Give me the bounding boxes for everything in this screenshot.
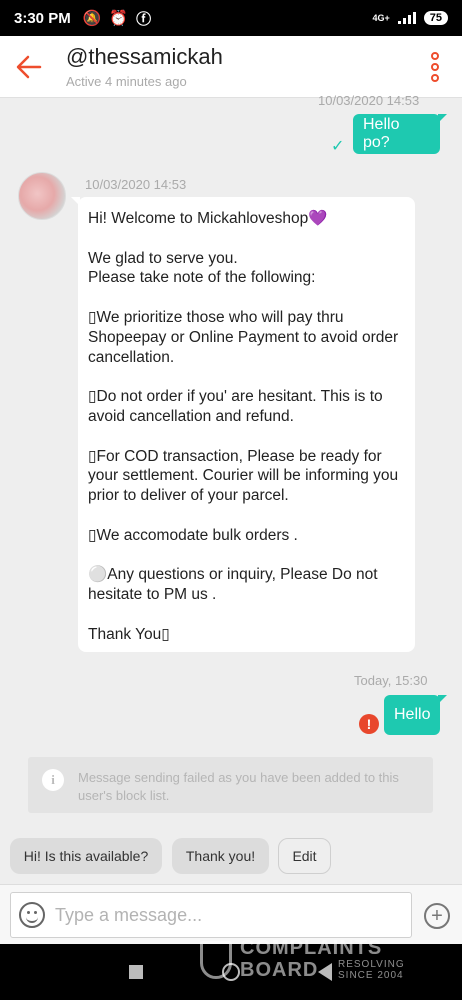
status-time: 3:30 PM xyxy=(14,9,71,27)
message-paragraph: ▯Do not order if you' are hesitant. This… xyxy=(88,388,383,425)
status-bar: 3:30 PM 🔕 ⏰ ⓕ 4G+ 75 xyxy=(0,0,462,36)
add-attachment-icon[interactable]: + xyxy=(424,903,450,929)
message-input[interactable]: Type a message... xyxy=(10,892,412,938)
quick-reply-chip[interactable]: Thank you! xyxy=(172,838,269,874)
contact-avatar[interactable] xyxy=(18,172,66,220)
recent-apps-button[interactable] xyxy=(129,965,143,979)
notice-text: Message sending failed as you have been … xyxy=(78,770,399,803)
more-options-icon[interactable] xyxy=(430,52,440,82)
incoming-message[interactable]: Hi! Welcome to Mickahloveshop💜 We glad t… xyxy=(71,197,415,652)
mute-icon: 🔕 xyxy=(82,10,102,27)
message-paragraph: ⚪Any questions or inquiry, Please Do not… xyxy=(88,566,378,604)
watermark-logo: COMPLAINTS BOARD RESOLVING SINCE 2004 xyxy=(200,937,420,987)
back-arrow-icon[interactable] xyxy=(14,52,44,82)
message-timestamp: Today, 15:30 xyxy=(354,673,428,688)
info-icon: i xyxy=(42,769,64,791)
edit-quick-replies-button[interactable]: Edit xyxy=(278,838,331,874)
send-failed-notice: i Message sending failed as you have bee… xyxy=(28,757,433,813)
contact-status: Active 4 minutes ago xyxy=(66,74,187,89)
message-paragraph: We glad to serve you. Please take note o… xyxy=(88,249,316,287)
battery-icon: 75 xyxy=(423,11,448,25)
message-paragraph: Thank You▯ xyxy=(88,625,170,643)
facebook-icon: ⓕ xyxy=(136,10,152,28)
quick-reply-chip[interactable]: Hi! Is this available? xyxy=(10,838,162,874)
network-label: 4G+ xyxy=(372,13,390,23)
contact-name: @thessamickah xyxy=(66,44,223,69)
send-failed-icon[interactable]: ! xyxy=(359,714,379,734)
input-placeholder: Type a message... xyxy=(55,905,203,925)
message-composer: Type a message... + xyxy=(0,884,462,944)
message-timestamp: 10/03/2020 14:53 xyxy=(318,93,420,108)
signal-icon xyxy=(397,12,416,24)
message-timestamp: 10/03/2020 14:53 xyxy=(85,177,187,192)
outgoing-message[interactable]: Hello po? xyxy=(353,114,447,154)
outgoing-message[interactable]: Hello xyxy=(384,695,447,735)
message-paragraph: ▯We prioritize those who will pay thru S… xyxy=(88,308,399,366)
message-paragraph: ▯We accomodate bulk orders . xyxy=(88,526,298,544)
emoji-icon[interactable] xyxy=(19,902,45,928)
message-paragraph: Hi! Welcome to Mickahloveshop💜 xyxy=(88,210,328,227)
alarm-icon: ⏰ xyxy=(109,10,129,27)
sent-check-icon: ✓ xyxy=(331,138,345,155)
message-paragraph: ▯For COD transaction, Please be ready fo… xyxy=(88,447,399,505)
chat-header: @thessamickah Active 4 minutes ago xyxy=(0,36,462,98)
shield-icon xyxy=(200,941,232,979)
